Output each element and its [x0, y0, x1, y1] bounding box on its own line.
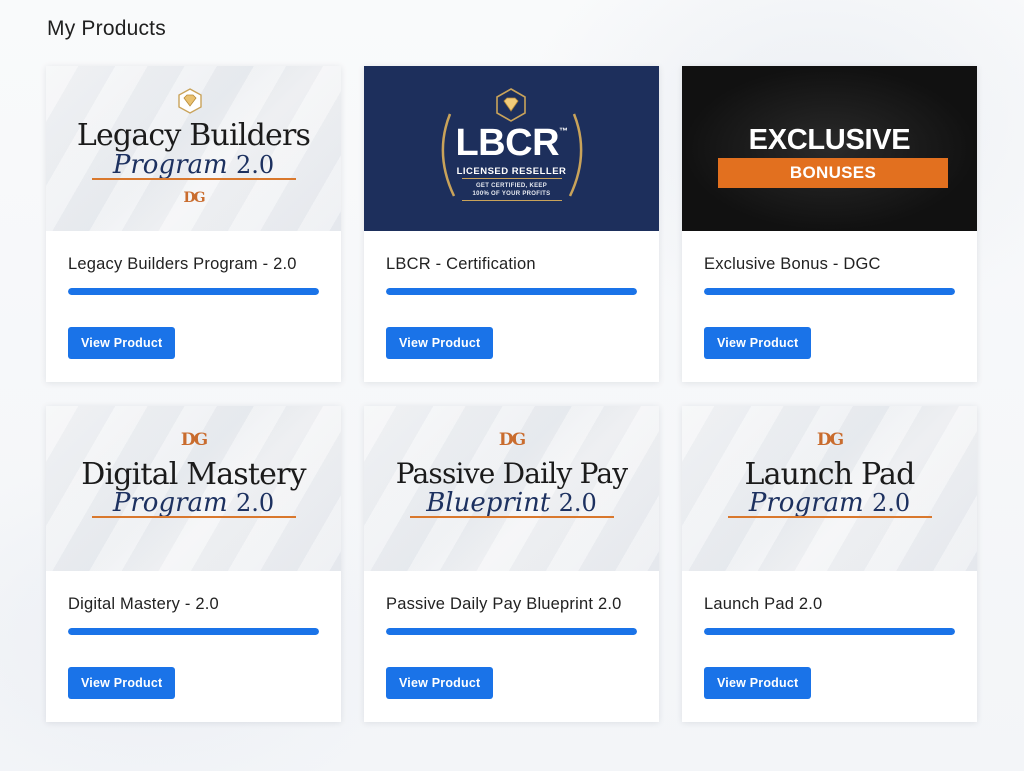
thumbnail-script: Blueprint 2.0	[426, 488, 597, 518]
lbcr-tagline-2: 100% OF YOUR PROFITS	[472, 191, 551, 197]
thumbnail-heading: Legacy Builders	[76, 118, 311, 153]
thumbnail-heading: Passive Daily Pay	[395, 457, 628, 490]
progress-fill	[68, 288, 319, 295]
view-product-button[interactable]: View Product	[68, 667, 176, 699]
thumbnail-script: Program 2.0	[748, 488, 911, 518]
progress-fill	[386, 628, 637, 635]
diamond-badge-icon	[496, 88, 526, 122]
dg-logo: DG	[498, 430, 526, 450]
product-thumbnail[interactable]: LBCR™ LICENSED RESELLER GET CERTIFIED, K…	[364, 66, 659, 231]
thumbnail-rule	[92, 178, 296, 180]
product-title: Passive Daily Pay Blueprint 2.0	[386, 595, 622, 613]
product-card-exclusive-bonus: EXCLUSIVE BONUSES Exclusive Bonus - DGC …	[682, 66, 977, 382]
progress-bar	[704, 628, 955, 635]
thumbnail-rule	[410, 516, 614, 518]
thumbnail-rule	[92, 516, 296, 518]
thumbnail-script: Program 2.0	[112, 150, 275, 180]
progress-fill	[68, 628, 319, 635]
thumbnail-heading: Launch Pad	[744, 457, 915, 492]
page-title: My Products	[47, 17, 166, 40]
dg-logo: DG	[180, 430, 208, 450]
progress-fill	[704, 288, 955, 295]
product-card-digital-mastery: DG Digital Mastery Program 2.0 Digital M…	[46, 406, 341, 722]
product-thumbnail[interactable]: EXCLUSIVE BONUSES	[682, 66, 977, 231]
product-title: Exclusive Bonus - DGC	[704, 255, 881, 273]
lbcr-logo: LBCR™	[455, 122, 568, 164]
progress-bar	[68, 628, 319, 635]
product-title: LBCR - Certification	[386, 255, 536, 273]
bonuses-banner: BONUSES	[718, 158, 948, 188]
product-thumbnail[interactable]: DG Launch Pad Program 2.0	[682, 406, 977, 571]
lbcr-subtitle: LICENSED RESELLER	[456, 166, 567, 177]
page: My Products Legacy Builders Program 2.0 …	[0, 0, 1024, 771]
lbcr-tagline-1: GET CERTIFIED, KEEP	[475, 183, 548, 189]
product-grid: Legacy Builders Program 2.0 DG Legacy Bu…	[46, 66, 977, 722]
thumbnail-script: Program 2.0	[112, 488, 275, 518]
diamond-badge-icon	[178, 88, 202, 114]
progress-bar	[68, 288, 319, 295]
progress-fill	[704, 628, 955, 635]
thumbnail-rule	[728, 516, 932, 518]
progress-bar	[386, 288, 637, 295]
divider	[462, 200, 562, 201]
product-card-lbcr: LBCR™ LICENSED RESELLER GET CERTIFIED, K…	[364, 66, 659, 382]
divider	[462, 178, 562, 179]
view-product-button[interactable]: View Product	[704, 667, 812, 699]
product-card-passive-daily-pay: DG Passive Daily Pay Blueprint 2.0 Passi…	[364, 406, 659, 722]
exclusive-heading: EXCLUSIVE	[748, 124, 911, 156]
product-title: Legacy Builders Program - 2.0	[68, 255, 297, 273]
view-product-button[interactable]: View Product	[386, 667, 494, 699]
bonuses-label: BONUSES	[789, 163, 877, 182]
progress-bar	[386, 628, 637, 635]
dg-logo: DG	[816, 430, 844, 450]
product-thumbnail[interactable]: Legacy Builders Program 2.0 DG	[46, 66, 341, 231]
thumbnail-heading: Digital Mastery	[81, 457, 306, 492]
product-card-legacy-builders: Legacy Builders Program 2.0 DG Legacy Bu…	[46, 66, 341, 382]
progress-fill	[386, 288, 637, 295]
product-title: Digital Mastery - 2.0	[68, 595, 219, 613]
progress-bar	[704, 288, 955, 295]
view-product-button[interactable]: View Product	[68, 327, 176, 359]
product-title: Launch Pad 2.0	[704, 595, 823, 613]
product-thumbnail[interactable]: DG Passive Daily Pay Blueprint 2.0	[364, 406, 659, 571]
dg-logo: DG	[183, 190, 205, 206]
product-card-launch-pad: DG Launch Pad Program 2.0 Launch Pad 2.0…	[682, 406, 977, 722]
view-product-button[interactable]: View Product	[704, 327, 812, 359]
view-product-button[interactable]: View Product	[386, 327, 494, 359]
product-thumbnail[interactable]: DG Digital Mastery Program 2.0	[46, 406, 341, 571]
